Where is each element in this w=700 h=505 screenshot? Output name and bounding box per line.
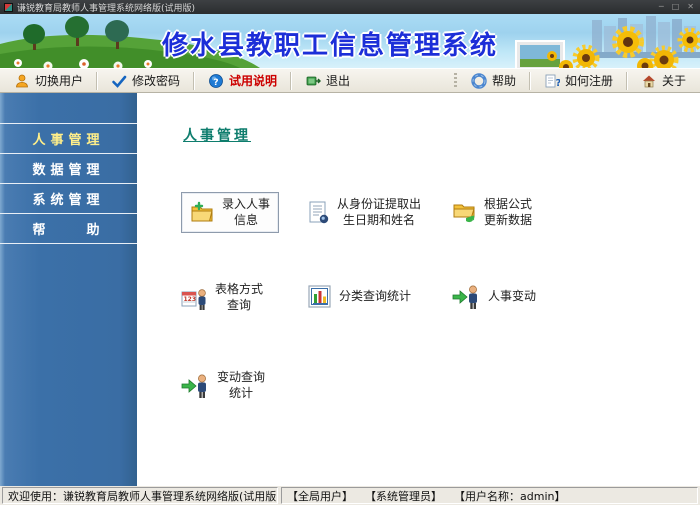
sidebar-item-help[interactable]: 帮 助 (0, 213, 137, 243)
menu-item-label: 生日期和姓名 (343, 212, 416, 227)
sidebar-item-system[interactable]: 系统管理 (0, 183, 137, 213)
banner: 修水县教职工信息管理系统 (0, 14, 700, 68)
main-panel: 人事管理 录入人事 信息 从身份证提取出 生日期和姓名 根据公式 更新数据 12… (137, 93, 700, 486)
menu-item-label: 录入人事 (222, 197, 271, 211)
register-question-icon: ? (545, 74, 560, 89)
status-welcome-panel: 欢迎使用：谦锐教育局教师人事管理系统网络版(试用版) (2, 487, 278, 504)
menu-item-label: 人事变动 (488, 289, 537, 304)
menu-item-label: 变动查询 (217, 370, 266, 384)
status-user-panel: 【全局用户】 【系统管理员】 【用户名称：admin】 (281, 487, 698, 504)
menu-item-category-statistics[interactable]: 分类查询统计 (307, 284, 411, 310)
menu-item-label: 表格方式 (215, 282, 264, 296)
window-title: 谦锐教育局教师人事管理系统网络版(试用版) (17, 3, 196, 14)
about-button[interactable]: 关于 (631, 69, 696, 92)
content-area: 人事管理 数据管理 系统管理 帮 助 人事管理 录入人事 信息 从身份证提取出 … (0, 93, 700, 486)
menu-item-label: 统计 (229, 385, 254, 400)
toolbar-grip (453, 72, 457, 89)
folder-plus-icon (191, 201, 213, 222)
menu-item-personnel-change[interactable]: 人事变动 (452, 284, 536, 310)
how-to-register-label: 如何注册 (564, 74, 613, 88)
close-button[interactable]: ✕ (687, 2, 694, 12)
folder-refresh-icon (453, 204, 475, 222)
toolbar: 切换用户 修改密码 ? 试用说明 退出 帮助 如何注册 关于 (0, 68, 700, 93)
sidebar-item-personnel[interactable]: 人事管理 (0, 123, 137, 153)
switch-user-button[interactable]: 切换用户 (4, 69, 93, 92)
person-arrow-icon (181, 374, 206, 398)
status-username: 【用户名称：admin】 (454, 489, 566, 503)
menu-item-enter-personnel-info[interactable]: 录入人事 信息 (181, 192, 280, 234)
help-button[interactable]: 帮助 (461, 69, 526, 92)
page-title: 人事管理 (183, 128, 251, 144)
svg-text:?: ? (555, 78, 560, 89)
banner-title: 修水县教职工信息管理系统 (161, 31, 498, 61)
menu-item-label: 根据公式 (484, 197, 533, 211)
trial-notes-button[interactable]: ? 试用说明 (198, 69, 287, 92)
status-welcome-text: 欢迎使用：谦锐教育局教师人事管理系统网络版(试用版) (8, 489, 278, 503)
app-icon (4, 2, 13, 12)
help-label: 帮助 (491, 74, 516, 88)
switch-user-label: 切换用户 (35, 74, 84, 88)
status-role: 【系统管理员】 (365, 489, 442, 503)
menu-item-label: 分类查询统计 (339, 289, 412, 304)
change-password-button[interactable]: 修改密码 (101, 69, 190, 92)
menu-item-label: 更新数据 (484, 212, 533, 227)
about-label: 关于 (661, 74, 686, 88)
user-icon (16, 74, 28, 87)
menu-item-update-by-formula[interactable]: 根据公式 更新数据 (452, 197, 532, 228)
trial-notes-label: 试用说明 (229, 74, 278, 88)
svg-text:?: ? (213, 78, 218, 88)
help-buoy-icon (471, 72, 487, 89)
maximize-button[interactable]: □ (672, 2, 680, 12)
person-arrow-icon (452, 285, 477, 309)
menu-item-label: 查询 (227, 297, 252, 312)
toolbar-separator (96, 71, 99, 90)
table-person-icon: 123 (181, 288, 206, 310)
about-house-icon (642, 75, 655, 87)
exit-door-icon (306, 76, 322, 85)
sidebar-divider (0, 243, 137, 244)
menu-item-table-query[interactable]: 123 表格方式 查询 (181, 282, 263, 313)
change-password-label: 修改密码 (132, 74, 181, 88)
status-bar: 欢迎使用：谦锐教育局教师人事管理系统网络版(试用版) 【全局用户】 【系统管理员… (0, 486, 700, 505)
toolbar-separator (290, 71, 293, 90)
id-document-icon (309, 201, 329, 223)
bar-chart-icon (308, 285, 331, 308)
status-scope: 【全局用户】 (287, 489, 353, 503)
menu-item-change-statistics[interactable]: 变动查询 统计 (181, 370, 265, 401)
minimize-button[interactable]: ─ (659, 2, 664, 12)
sidebar-item-data[interactable]: 数据管理 (0, 153, 137, 183)
menu-item-label: 信息 (234, 212, 259, 227)
menu-item-extract-from-id[interactable]: 从身份证提取出 生日期和姓名 (307, 197, 421, 228)
info-circle-icon: ? (209, 73, 223, 88)
title-bar: 谦锐教育局教师人事管理系统网络版(试用版) ─ □ ✕ (0, 0, 700, 14)
toolbar-separator (528, 71, 531, 90)
toolbar-separator (193, 71, 196, 90)
sidebar: 人事管理 数据管理 系统管理 帮 助 (0, 93, 137, 486)
check-icon (112, 75, 127, 88)
menu-item-label: 从身份证提取出 (337, 197, 422, 211)
how-to-register-button[interactable]: ? 如何注册 (534, 69, 623, 92)
toolbar-separator (625, 71, 628, 90)
exit-label: 退出 (326, 74, 351, 88)
exit-button[interactable]: 退出 (295, 69, 360, 92)
